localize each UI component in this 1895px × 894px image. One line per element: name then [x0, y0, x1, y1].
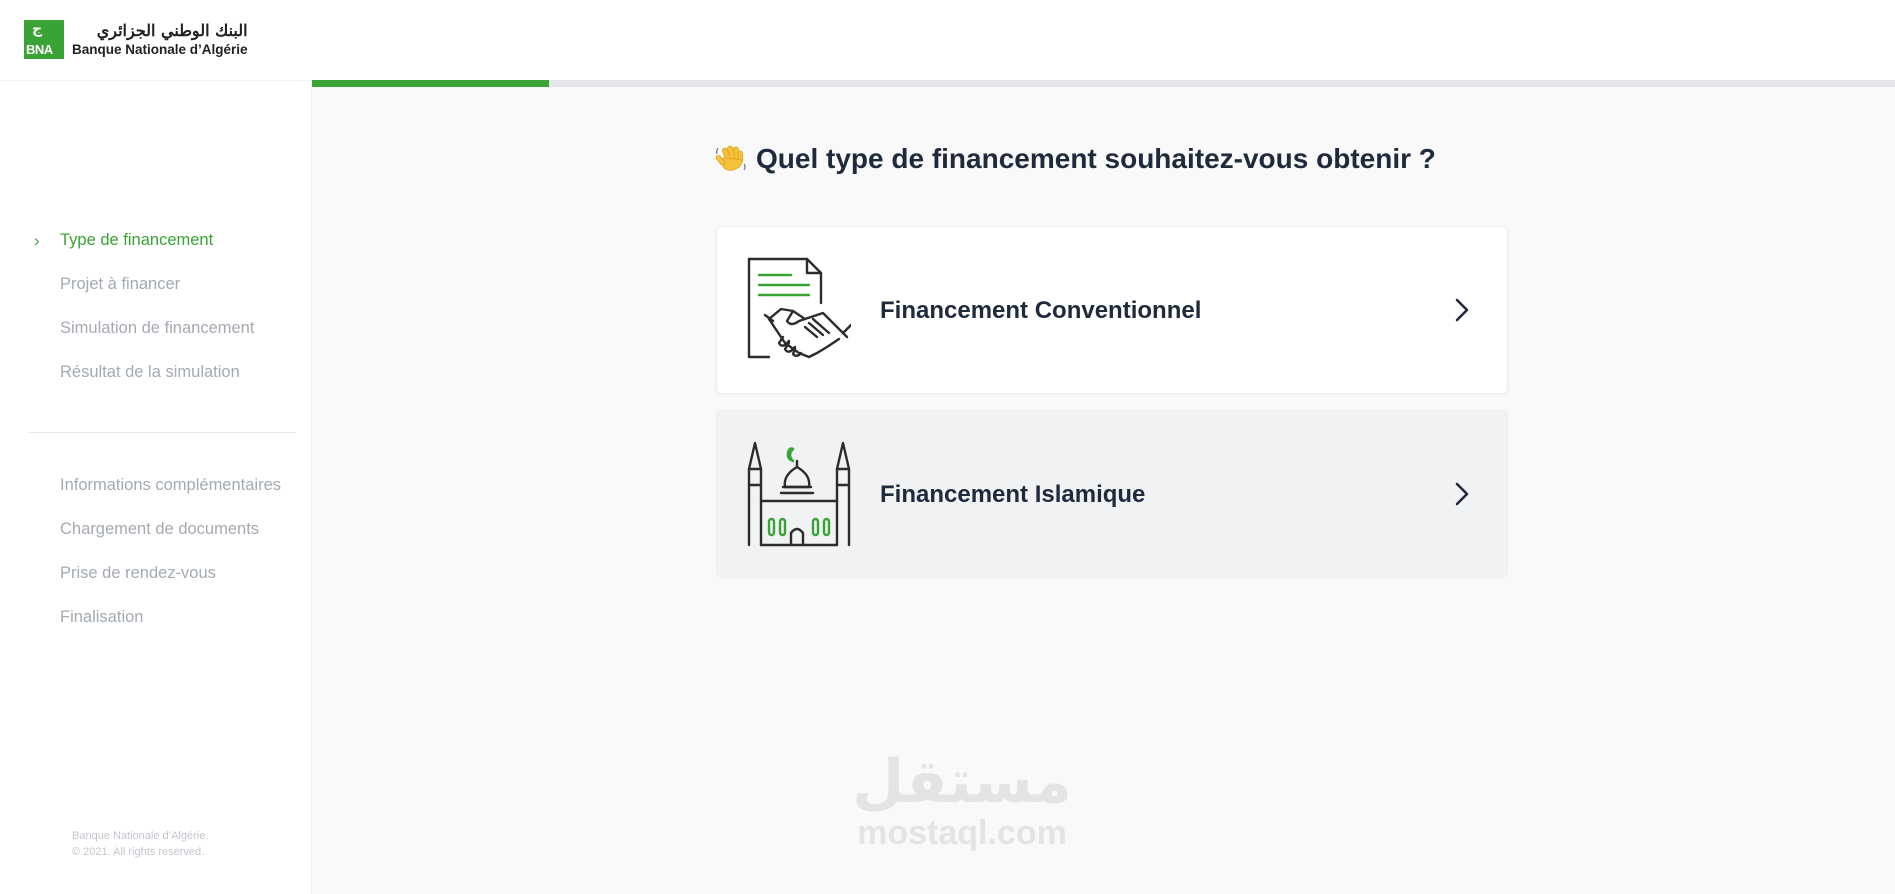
step-label: Chargement de documents [60, 520, 260, 538]
step-label: Prise de rendez-vous [60, 564, 216, 582]
watermark-latin: mostaql.com [857, 814, 1067, 852]
option-financement-islamique[interactable]: Financement Islamique [716, 410, 1508, 578]
step-label: Projet à financer [60, 275, 181, 293]
step-label: Informations complémentaires [60, 476, 282, 494]
option-label: Financement Conventionnel [880, 297, 1202, 324]
page-title: Quel type de financement souhaitez-vous … [714, 142, 1436, 175]
step-label: Simulation de financement [60, 319, 255, 337]
page-title-text: Quel type de financement souhaitez-vous … [756, 143, 1436, 174]
bna-logo[interactable]: ج BNA البنك الوطني الجزائري Banque Natio… [24, 20, 248, 59]
option-financement-conventionnel[interactable]: Financement Conventionnel [716, 226, 1508, 394]
step-prise-de-rendez-vous[interactable]: Prise de rendez-vous [60, 564, 216, 583]
contract-handshake-icon [747, 257, 853, 365]
progress-bar [312, 80, 1895, 87]
copyright-note: Banque Nationale d’Algérie. © 2021. All … [72, 828, 208, 860]
step-resultat-de-la-simulation[interactable]: Résultat de la simulation [60, 363, 240, 382]
steps-divider [28, 432, 296, 433]
watermark-arabic: مستقل [852, 747, 1072, 817]
waving-hand-icon [714, 142, 748, 172]
chevron-right-icon [1453, 297, 1471, 323]
step-type-de-financement[interactable]: › Type de financement [34, 231, 214, 250]
step-label: Type de financement [60, 231, 214, 249]
step-finalisation[interactable]: Finalisation [60, 608, 143, 627]
progress-bar-fill [312, 80, 550, 87]
watermark: مستقل mostaql.com [832, 750, 1092, 852]
bank-name-arabic: البنك الوطني الجزائري [96, 21, 248, 40]
logo-text: البنك الوطني الجزائري Banque Nationale d… [72, 21, 248, 58]
steps-sidebar: › Type de financement Projet à financer … [0, 80, 312, 894]
option-label: Financement Islamique [880, 481, 1146, 508]
step-chargement-de-documents[interactable]: Chargement de documents [60, 520, 259, 539]
copyright-line-2: © 2021. All rights reserved. [72, 846, 205, 858]
step-informations-complementaires[interactable]: Informations complémentaires [60, 476, 281, 495]
step-label: Résultat de la simulation [60, 363, 240, 381]
app-header: ج BNA البنك الوطني الجزائري Banque Natio… [0, 0, 1895, 80]
logo-glyph: ج [32, 21, 43, 37]
copyright-line-1: Banque Nationale d’Algérie. [72, 830, 209, 842]
step-projet-a-financer[interactable]: Projet à financer [60, 275, 180, 294]
chevron-right-icon: › [34, 231, 40, 250]
step-label: Finalisation [60, 608, 144, 626]
logo-abbr: BNA [26, 42, 53, 57]
chevron-right-icon [1453, 481, 1471, 507]
bank-name-french: Banque Nationale d’Algérie [72, 42, 248, 57]
bna-logo-mark: ج BNA [24, 20, 64, 59]
step-simulation-de-financement[interactable]: Simulation de financement [60, 319, 254, 338]
main-content: Quel type de financement souhaitez-vous … [312, 80, 1895, 894]
mosque-icon [747, 441, 851, 549]
